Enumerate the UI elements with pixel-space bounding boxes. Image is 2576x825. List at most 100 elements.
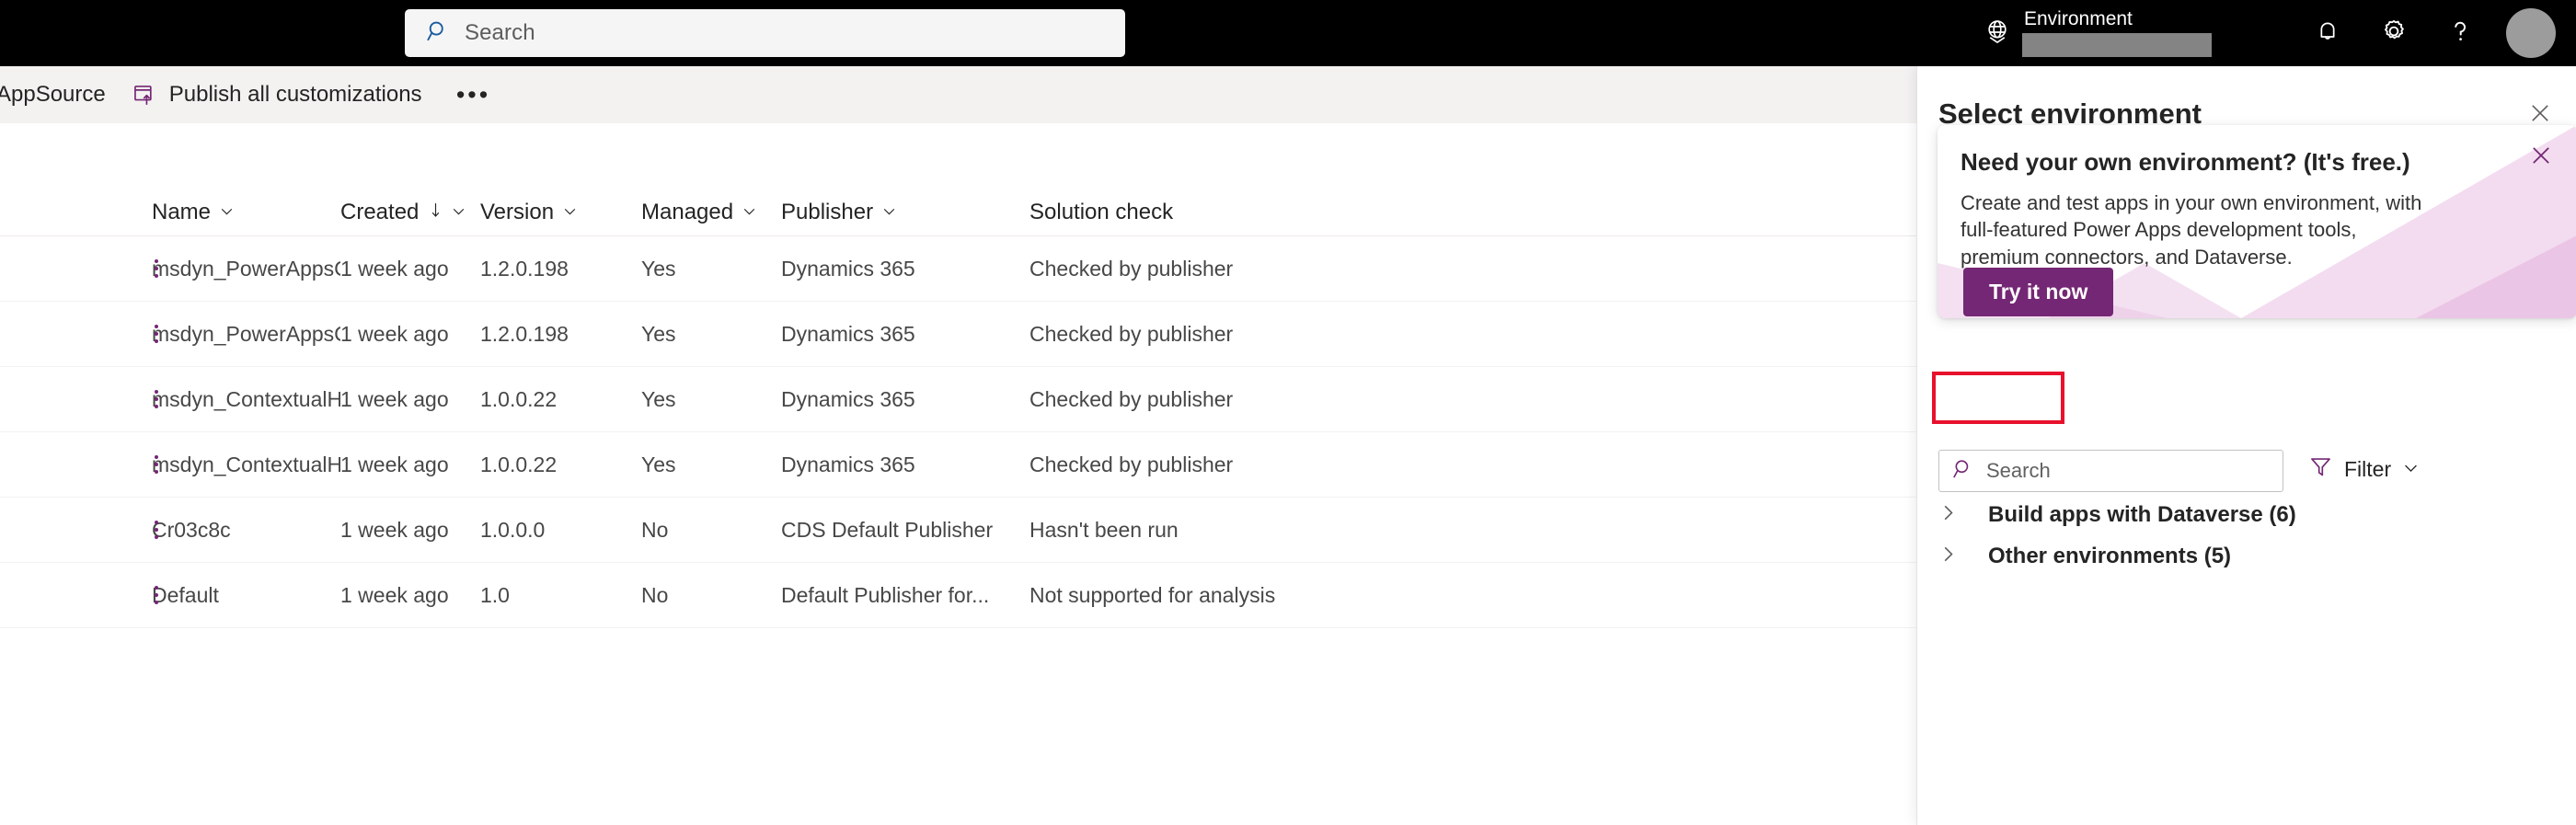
cell-managed: Yes [641,386,676,411]
row-more-options-icon[interactable] [143,385,170,413]
chevron-down-icon [451,200,466,225]
cell-version: 1.0.0.22 [480,452,558,476]
chevron-down-icon [219,200,235,225]
settings-button[interactable] [2361,0,2427,66]
globe-icon[interactable] [1982,16,2013,52]
cell-name: msdyn_ContextualH... [152,452,340,476]
help-button[interactable] [2427,0,2493,66]
cell-publisher: Dynamics 365 [781,452,915,476]
cell-managed: Yes [641,256,676,281]
column-header-version-label: Version [480,199,555,224]
row-more-options-icon[interactable] [143,320,170,348]
chevron-down-icon [562,200,578,225]
sort-descending-icon [429,200,443,225]
appsource-label: AppSource [0,82,106,107]
column-header-managed[interactable]: Managed [641,200,781,225]
cell-version: 1.0.0.0 [480,517,546,542]
row-more-options-icon[interactable] [143,581,170,609]
cell-name: Cr03c8c [152,517,231,542]
cell-solution-check: Checked by publisher [1029,386,1234,411]
notifications-button[interactable] [2294,0,2361,66]
column-header-solution-check[interactable]: Solution check [1029,200,1324,225]
cell-publisher: Dynamics 365 [781,321,915,346]
chevron-right-icon [1938,544,1958,568]
search-icon [1951,457,1975,486]
environment-group-build-apps-with-dataverse[interactable]: Build apps with Dataverse (6) [1938,502,2296,528]
cell-created: 1 week ago [340,321,449,346]
gear-icon [2378,16,2409,52]
publish-all-customizations-button[interactable]: Publish all customizations [119,66,435,123]
environment-search-placeholder: Search [1986,459,2051,482]
cell-created: 1 week ago [340,452,449,476]
row-more-options-icon[interactable] [143,255,170,282]
filter-icon [2308,454,2333,485]
callout-title: Need your own environment? (It's free.) [1961,148,2410,176]
chevron-down-icon [742,200,757,225]
cell-created: 1 week ago [340,386,449,411]
column-header-publisher-label: Publisher [781,199,874,224]
filter-button[interactable]: Filter [2308,454,2420,485]
environment-group-label: Other environments (5) [1988,544,2232,568]
column-header-version[interactable]: Version [480,200,641,225]
cell-name: msdyn_PowerAppsC... [152,321,340,346]
chevron-down-icon [881,200,897,225]
column-header-managed-label: Managed [641,199,734,224]
table-row[interactable]: Cr03c8c 1 week ago 1.0.0.0 No CDS Default Pu… [0,498,1916,563]
column-header-publisher[interactable]: Publisher [781,200,1029,225]
cell-version: 1.0.0.22 [480,386,558,411]
column-header-solution-check-label: Solution check [1029,199,1174,224]
close-icon [2528,143,2554,173]
cell-solution-check: Not supported for analysis [1029,582,1276,607]
solutions-grid: Name Created Version Managed Publisher S… [0,123,1916,628]
table-row[interactable]: msdyn_PowerAppsC...1 week ago 1.2.0.198 Ye… [0,236,1916,302]
cell-solution-check: Checked by publisher [1029,321,1234,346]
column-header-name[interactable]: Name [152,200,340,225]
cell-solution-check: Checked by publisher [1029,256,1234,281]
cell-publisher: Dynamics 365 [781,386,915,411]
environment-name-redacted [2022,33,2212,58]
user-avatar[interactable] [2506,8,2556,58]
row-more-options-icon[interactable] [143,451,170,478]
bell-icon [2313,17,2342,51]
try-it-now-button[interactable]: Try it now [1963,268,2114,316]
environment-teaching-callout: Need your own environment? (It's free.) … [1938,125,2576,318]
column-header-created[interactable]: Created [340,200,480,225]
cell-solution-check: Checked by publisher [1029,452,1234,476]
row-more-options-icon[interactable] [143,516,170,544]
table-row[interactable]: msdyn_ContextualH... 1 week ago 1.0.0.22 Ye… [0,432,1916,498]
environment-label: Environment [2024,7,2133,29]
table-row[interactable]: msdyn_ContextualH... 1 week ago 1.0.0.22 Ye… [0,367,1916,432]
cell-version: 1.2.0.198 [480,256,569,281]
table-row[interactable]: msdyn_PowerAppsC...1 week ago 1.2.0.198 Ye… [0,302,1916,367]
column-header-created-label: Created [340,199,420,224]
command-overflow-button[interactable]: ••• [448,66,500,123]
appsource-button[interactable]: AppSource [0,66,119,123]
column-header-name-label: Name [152,199,212,224]
callout-close-button[interactable] [2525,142,2557,173]
chevron-down-icon [2402,457,2420,482]
grid-body: msdyn_PowerAppsC...1 week ago1.2.0.198Ye… [0,236,1916,628]
search-icon [425,18,451,49]
filter-label: Filter [2344,457,2392,481]
cell-name: Default [152,582,219,607]
solutions-content-area: Name Created Version Managed Publisher S… [0,123,1916,825]
callout-body: Create and test apps in your own environ… [1961,191,2422,269]
environment-search-input[interactable]: Search [1938,450,2283,492]
cell-managed: Yes [641,452,676,476]
cell-version: 1.0 [480,582,510,607]
environment-selector[interactable]: Environment [2022,7,2212,59]
environment-group-other-environments[interactable]: Other environments (5) [1938,544,2231,569]
command-bar: AppSource Publish all customizations ••• [0,66,1916,123]
select-environment-panel: Select environment Spaces to create, sto… [1916,66,2576,825]
publish-icon [132,83,156,108]
cell-version: 1.2.0.198 [480,321,569,346]
cell-name: msdyn_ContextualH... [152,386,340,411]
cell-publisher: Default Publisher for... [781,582,990,607]
cell-created: 1 week ago [340,517,449,542]
environment-group-label: Build apps with Dataverse (6) [1988,502,2296,527]
global-search-box[interactable]: Search [405,9,1125,57]
table-row[interactable]: Default 1 week ago 1.0 No Default Publisher … [0,563,1916,628]
publish-all-customizations-label: Publish all customizations [168,82,422,107]
cell-publisher: Dynamics 365 [781,256,915,281]
question-mark-icon [2444,16,2476,52]
